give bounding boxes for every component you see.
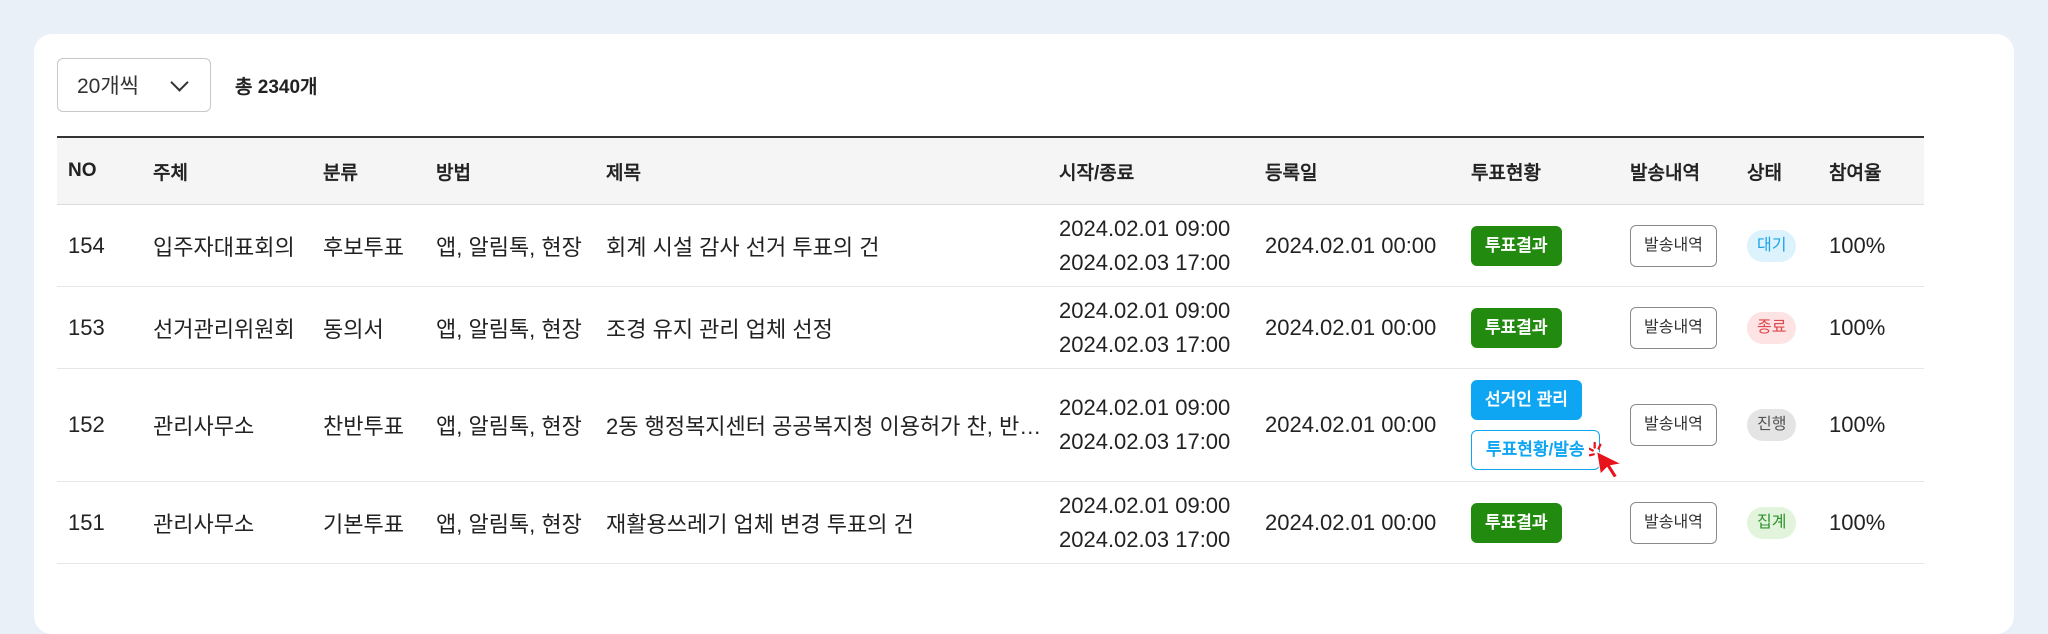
vote-table: NO 주체 분류 방법 제목 시작/종료 등록일 투표현황 발송내역 상태 참여… xyxy=(57,136,1924,564)
send-history-button[interactable]: 발송내역 xyxy=(1630,306,1717,349)
cell-vote-status: 투표결과 xyxy=(1460,481,1619,564)
vote-status-send-label: 투표현황/발송 xyxy=(1486,440,1585,459)
status-badge: 집계 xyxy=(1747,506,1797,539)
column-header-no: NO xyxy=(57,136,142,205)
cell-period: 2024.02.01 09:00 2024.02.03 17:00 xyxy=(1048,481,1254,564)
cell-vote-status: 투표결과 xyxy=(1460,204,1619,287)
pointer-click-icon xyxy=(1588,441,1623,479)
send-history-button[interactable]: 발송내역 xyxy=(1630,501,1717,544)
cell-status: 집계 xyxy=(1736,481,1818,564)
cell-no: 152 xyxy=(57,368,142,482)
chevron-down-icon xyxy=(170,72,189,92)
cell-period: 2024.02.01 09:00 2024.02.03 17:00 xyxy=(1048,286,1254,369)
column-header-category: 분류 xyxy=(312,136,425,205)
send-history-button[interactable]: 발송내역 xyxy=(1630,224,1717,267)
start-datetime: 2024.02.01 09:00 xyxy=(1059,395,1231,420)
cell-method: 앱, 알림톡, 현장 xyxy=(425,368,595,482)
end-datetime: 2024.02.03 17:00 xyxy=(1059,331,1231,357)
end-datetime: 2024.02.03 17:00 xyxy=(1059,429,1231,454)
cell-vote-status: 투표결과 xyxy=(1460,286,1619,369)
list-toolbar: 20개씩 총 2340개 xyxy=(57,57,318,113)
cell-send: 발송내역 xyxy=(1619,204,1736,287)
cell-category: 동의서 xyxy=(312,286,425,369)
cell-vote-status: 선거인 관리 투표현황/발송 xyxy=(1460,368,1623,482)
cell-no: 151 xyxy=(57,481,142,564)
table-row[interactable]: 152 관리사무소 찬반투표 앱, 알림톡, 현장 2동 행정복지센터 공공복지… xyxy=(57,368,1924,482)
cell-category: 찬반투표 xyxy=(312,368,425,482)
cell-rate: 100% xyxy=(1818,204,1924,287)
send-history-button[interactable]: 발송내역 xyxy=(1630,404,1717,446)
cell-title[interactable]: 재활용쓰레기 업체 변경 투표의 건 xyxy=(595,481,1048,564)
cell-rate: 100% xyxy=(1818,286,1924,369)
cell-title[interactable]: 2동 행정복지센터 공공복지청 이용허가 찬, 반대 투표의 건 xyxy=(595,368,1048,482)
cell-no: 154 xyxy=(57,204,142,287)
voter-manage-button[interactable]: 선거인 관리 xyxy=(1471,380,1582,420)
table-row[interactable]: 154 입주자대표회의 후보투표 앱, 알림톡, 현장 회계 시설 감사 선거 … xyxy=(57,204,1924,287)
table-row[interactable]: 153 선거관리위원회 동의서 앱, 알림톡, 현장 조경 유지 관리 업체 선… xyxy=(57,286,1924,369)
cell-rate: 100% xyxy=(1818,481,1924,564)
vote-status-send-button[interactable]: 투표현황/발송 xyxy=(1471,430,1623,479)
cell-send: 발송내역 xyxy=(1619,286,1736,369)
cell-registered: 2024.02.01 00:00 xyxy=(1254,481,1460,564)
end-datetime: 2024.02.03 17:00 xyxy=(1059,526,1231,552)
cell-send: 발송내역 xyxy=(1619,368,1736,482)
column-header-vote-status: 투표현황 xyxy=(1460,136,1619,205)
cell-subject: 관리사무소 xyxy=(142,481,312,564)
cell-rate: 100% xyxy=(1818,368,1924,482)
vote-result-button[interactable]: 투표결과 xyxy=(1471,307,1562,348)
cell-status: 종료 xyxy=(1736,286,1818,369)
cell-category: 후보투표 xyxy=(312,204,425,287)
cell-subject: 관리사무소 xyxy=(142,368,312,482)
page-size-value: 20개씩 xyxy=(77,75,139,98)
column-header-rate: 참여율 xyxy=(1818,136,1924,205)
cell-period: 2024.02.01 09:00 2024.02.03 17:00 xyxy=(1048,204,1254,287)
vote-result-button[interactable]: 투표결과 xyxy=(1471,225,1562,266)
start-datetime: 2024.02.01 09:00 xyxy=(1059,215,1231,241)
column-header-send: 발송내역 xyxy=(1619,136,1736,205)
column-header-title: 제목 xyxy=(595,136,1048,205)
cell-method: 앱, 알림톡, 현장 xyxy=(425,204,595,287)
cell-category: 기본투표 xyxy=(312,481,425,564)
cell-send: 발송내역 xyxy=(1619,481,1736,564)
end-datetime: 2024.02.03 17:00 xyxy=(1059,249,1231,275)
cell-title[interactable]: 회계 시설 감사 선거 투표의 건 xyxy=(595,204,1048,287)
column-header-method: 방법 xyxy=(425,136,595,205)
table-header-row: NO 주체 분류 방법 제목 시작/종료 등록일 투표현황 발송내역 상태 참여… xyxy=(57,136,1924,205)
column-header-registered: 등록일 xyxy=(1254,136,1460,205)
column-header-subject: 주체 xyxy=(142,136,312,205)
status-badge: 종료 xyxy=(1747,311,1797,344)
column-header-status: 상태 xyxy=(1736,136,1818,205)
cell-period: 2024.02.01 09:00 2024.02.03 17:00 xyxy=(1048,368,1254,482)
cell-subject: 입주자대표회의 xyxy=(142,204,312,287)
cell-registered: 2024.02.01 00:00 xyxy=(1254,368,1460,482)
cell-method: 앱, 알림톡, 현장 xyxy=(425,286,595,369)
cell-no: 153 xyxy=(57,286,142,369)
cell-status: 대기 xyxy=(1736,204,1818,287)
cell-registered: 2024.02.01 00:00 xyxy=(1254,204,1460,287)
cell-subject: 선거관리위원회 xyxy=(142,286,312,369)
status-badge: 대기 xyxy=(1747,229,1797,262)
table-row[interactable]: 151 관리사무소 기본투표 앱, 알림톡, 현장 재활용쓰레기 업체 변경 투… xyxy=(57,481,1924,564)
start-datetime: 2024.02.01 09:00 xyxy=(1059,297,1231,323)
cell-title[interactable]: 조경 유지 관리 업체 선정 xyxy=(595,286,1048,369)
cell-registered: 2024.02.01 00:00 xyxy=(1254,286,1460,369)
status-badge: 진행 xyxy=(1747,409,1797,441)
cell-method: 앱, 알림톡, 현장 xyxy=(425,481,595,564)
total-count: 총 2340개 xyxy=(235,76,318,98)
column-header-period: 시작/종료 xyxy=(1048,136,1254,205)
cell-status: 진행 xyxy=(1736,368,1818,482)
vote-result-button[interactable]: 투표결과 xyxy=(1471,502,1562,543)
start-datetime: 2024.02.01 09:00 xyxy=(1059,492,1231,518)
page-size-select[interactable]: 20개씩 xyxy=(57,58,211,112)
